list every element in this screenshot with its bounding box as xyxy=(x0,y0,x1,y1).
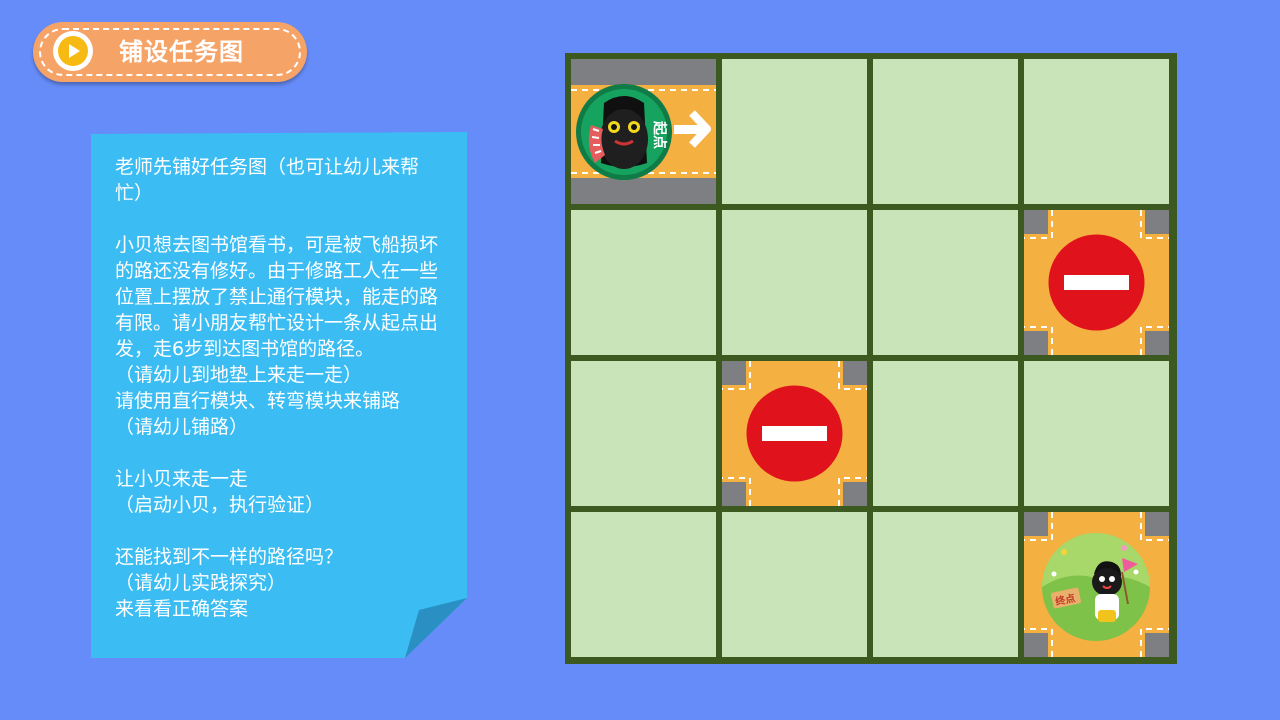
no-entry-tile[interactable] xyxy=(722,361,867,506)
play-icon xyxy=(58,36,88,66)
start-tile[interactable]: 起点 xyxy=(571,59,716,204)
board-cell[interactable] xyxy=(873,512,1018,657)
title-pill[interactable]: 铺设任务图 xyxy=(33,22,307,82)
library-badge: 终点 xyxy=(1042,533,1150,641)
start-badge: 起点 xyxy=(576,84,672,180)
no-entry-icon xyxy=(1048,234,1145,331)
task-board: 起点 终点 xyxy=(565,53,1177,664)
instruction-note: 老师先铺好任务图（也可让幼儿来帮忙） 小贝想去图书馆看书，可是被飞船损坏的路还没… xyxy=(89,132,467,660)
no-entry-tile[interactable] xyxy=(1024,210,1169,355)
end-tile[interactable]: 终点 xyxy=(1024,512,1169,657)
board-cell[interactable] xyxy=(571,210,716,355)
board-cell[interactable] xyxy=(571,361,716,506)
board-cell[interactable] xyxy=(873,210,1018,355)
board-cell[interactable] xyxy=(1024,59,1169,204)
play-button[interactable] xyxy=(53,31,93,71)
board-cell[interactable] xyxy=(1024,361,1169,506)
board-cell[interactable] xyxy=(722,210,867,355)
no-entry-icon xyxy=(746,385,843,482)
page-title: 铺设任务图 xyxy=(119,38,244,66)
board-cell[interactable] xyxy=(873,361,1018,506)
board-cell[interactable] xyxy=(873,59,1018,204)
board-cell[interactable] xyxy=(722,59,867,204)
board-cell[interactable] xyxy=(722,512,867,657)
note-text: 老师先铺好任务图（也可让幼儿来帮忙） 小贝想去图书馆看书，可是被飞船损坏的路还没… xyxy=(115,156,439,620)
start-label: 起点 xyxy=(651,120,668,149)
board-cell[interactable] xyxy=(571,512,716,657)
